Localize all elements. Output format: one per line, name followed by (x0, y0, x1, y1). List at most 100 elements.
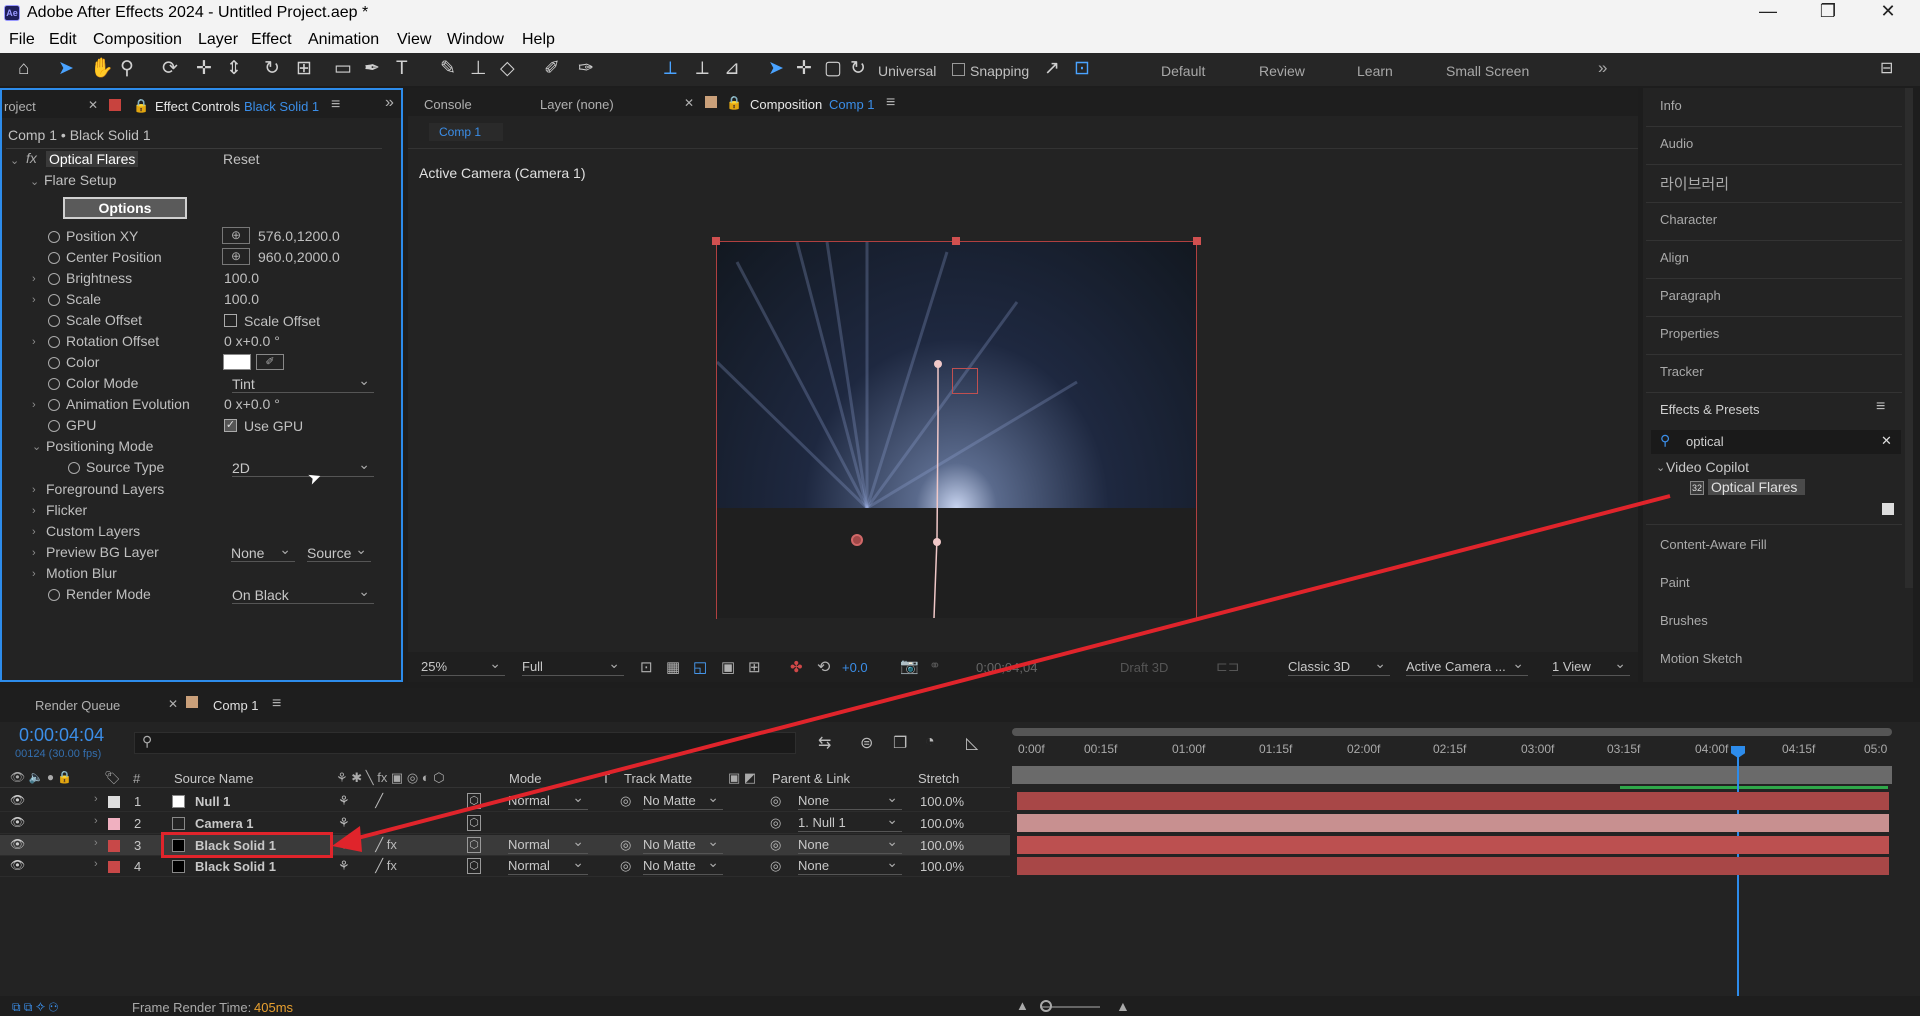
close-icon[interactable]: ✕ (168, 697, 178, 711)
layer-switches-icon[interactable]: ⚘ ╱ fx (338, 858, 397, 874)
rotation-offset-value[interactable]: 0 x+0.0 ° (224, 333, 280, 349)
menu-animation[interactable]: Animation (308, 31, 379, 49)
panel-properties[interactable]: Properties (1660, 326, 1719, 341)
menu-composition[interactable]: Composition (93, 31, 182, 49)
track-matte-dropdown[interactable]: No Matte (643, 833, 723, 854)
3d-layer-icon[interactable]: ⬡ (467, 815, 481, 831)
panel-audio[interactable]: Audio (1660, 136, 1693, 151)
scrollbar[interactable] (1905, 88, 1913, 588)
stopwatch-icon[interactable] (68, 462, 80, 474)
layer-switches-icon[interactable]: ⚘ ╱ (338, 793, 383, 809)
tab-layer[interactable]: Layer (none) (540, 97, 614, 112)
blend-mode-dropdown[interactable]: Normal (508, 854, 588, 875)
camera-view-dropdown[interactable]: Active Camera ... (1406, 655, 1528, 676)
color-mode-dropdown[interactable]: Tint (232, 372, 374, 393)
pick-whip-icon[interactable]: ◎ (770, 858, 781, 874)
expand-arrow-icon[interactable]: ⌄ (30, 175, 39, 188)
label-color-swatch[interactable] (108, 840, 120, 852)
comp-breadcrumb[interactable]: Comp 1 (429, 123, 504, 141)
menu-file[interactable]: File (9, 31, 35, 49)
foreground-layers-group[interactable]: Foreground Layers (46, 481, 164, 497)
stopwatch-icon[interactable] (48, 420, 60, 432)
parent-dropdown[interactable]: None (798, 789, 902, 810)
lock-icon[interactable]: 🔒 (133, 98, 149, 114)
zoom-tool-icon[interactable]: ⚲ (120, 58, 134, 80)
expand-arrow-icon[interactable]: › (32, 526, 36, 538)
frame-blending-icon[interactable]: ❐ (893, 733, 907, 753)
expand-arrow-icon[interactable]: › (94, 858, 98, 870)
label-color-swatch[interactable] (108, 818, 120, 830)
pick-whip-icon[interactable]: ◎ (770, 793, 781, 809)
snapping-checkbox[interactable] (952, 63, 965, 76)
tab-project[interactable]: roject (4, 99, 36, 114)
hand-tool-icon[interactable]: ✋ (90, 58, 114, 80)
footer-toggle-icons[interactable]: ⧉ ⧉ ✧ ⚇ (12, 1000, 58, 1015)
reset-exposure-icon[interactable]: ⟲ (817, 657, 830, 677)
panel-layout-icon[interactable]: ⊟ (1880, 58, 1893, 80)
mask-visibility-icon[interactable]: ◱ (693, 658, 707, 676)
blend-mode-dropdown[interactable]: Normal (508, 833, 588, 854)
matte-link-icon[interactable]: ◎ (620, 837, 631, 853)
use-gpu-checkbox[interactable]: ✓ (224, 419, 237, 432)
snapshot-icon[interactable]: 📷 (900, 657, 919, 675)
stretch-value[interactable]: 100.0% (920, 859, 964, 874)
home-icon[interactable]: ⌂ (18, 58, 29, 80)
dolly-tool-icon[interactable]: ⇕ (226, 58, 242, 80)
preview-bg-source-dropdown[interactable]: Source (307, 541, 371, 562)
layer-name[interactable]: Black Solid 1 (195, 859, 276, 874)
exposure-value[interactable]: +0.0 (842, 660, 868, 675)
close-icon[interactable]: ✕ (1868, 1, 1908, 22)
panel-align[interactable]: Align (1660, 250, 1689, 265)
eyedropper-icon[interactable]: ✐ (256, 354, 284, 370)
extended-viewer-icon[interactable]: ⊏⊐ (1216, 658, 1239, 675)
layer-handle[interactable] (952, 237, 960, 245)
expand-arrow-icon[interactable]: ⌄ (1656, 461, 1665, 474)
matte-link-icon[interactable]: ◎ (620, 793, 631, 809)
zoom-slider-handle[interactable] (1040, 1000, 1052, 1012)
visibility-icon[interactable]: 👁 (10, 837, 25, 851)
animation-evolution-value[interactable]: 0 x+0.0 ° (224, 396, 280, 412)
tab-effect-controls[interactable]: Effect Controls (155, 99, 240, 114)
stopwatch-icon[interactable] (48, 252, 60, 264)
category-video-copilot[interactable]: Video Copilot (1666, 459, 1749, 475)
track-matte-header[interactable]: Track Matte (624, 771, 692, 786)
fast-preview-icon[interactable]: ⊡ (640, 658, 653, 676)
panel-menu-icon[interactable]: ≡ (886, 94, 895, 112)
axis-local-icon[interactable]: ⟂ (664, 58, 677, 80)
3d-move-icon[interactable]: ✛ (796, 58, 812, 80)
expand-arrow-icon[interactable]: › (32, 336, 36, 348)
panel-motion-sketch[interactable]: Motion Sketch (1660, 651, 1742, 666)
options-button[interactable]: Options (63, 197, 187, 219)
workspace-review[interactable]: Review (1259, 63, 1305, 79)
zoom-in-icon[interactable]: ▲ (1116, 998, 1130, 1014)
label-color-swatch[interactable] (108, 861, 120, 873)
restore-icon[interactable]: ❐ (1808, 1, 1848, 22)
type-tool-icon[interactable]: T (396, 58, 408, 80)
expand-arrow-icon[interactable]: › (32, 399, 36, 411)
expand-arrow-icon[interactable]: › (32, 547, 36, 559)
custom-layers-group[interactable]: Custom Layers (46, 523, 140, 539)
brightness-value[interactable]: 100.0 (224, 270, 259, 286)
expand-arrow-icon[interactable]: › (32, 484, 36, 496)
crosshair-icon[interactable]: ⊕ (222, 227, 250, 244)
brush-tool-icon[interactable]: ✎ (440, 58, 456, 80)
clone-stamp-icon[interactable]: ⊥ (470, 58, 487, 80)
stopwatch-icon[interactable] (48, 378, 60, 390)
viewer-timecode[interactable]: 0;00;04;04 (976, 660, 1037, 675)
layer-search-input[interactable] (134, 732, 796, 754)
expand-arrow-icon[interactable]: ⌄ (32, 440, 41, 453)
flare-setup-group[interactable]: Flare Setup (44, 172, 116, 188)
panel-paragraph[interactable]: Paragraph (1660, 288, 1721, 303)
stretch-value[interactable]: 100.0% (920, 816, 964, 831)
stopwatch-icon[interactable] (48, 294, 60, 306)
resolution-dropdown[interactable]: Full (522, 655, 624, 676)
layer-name[interactable]: Null 1 (195, 794, 230, 809)
menu-window[interactable]: Window (447, 31, 504, 49)
effect-name[interactable]: Optical Flares (46, 151, 139, 167)
panel-info[interactable]: Info (1660, 98, 1682, 113)
panel-tracker[interactable]: Tracker (1660, 364, 1704, 379)
expand-arrow-icon[interactable]: › (32, 505, 36, 517)
tab-comp-name[interactable]: Comp 1 (829, 97, 875, 112)
visibility-icon[interactable]: 👁 (10, 815, 25, 829)
matte-link-icon[interactable]: ◎ (620, 858, 631, 874)
